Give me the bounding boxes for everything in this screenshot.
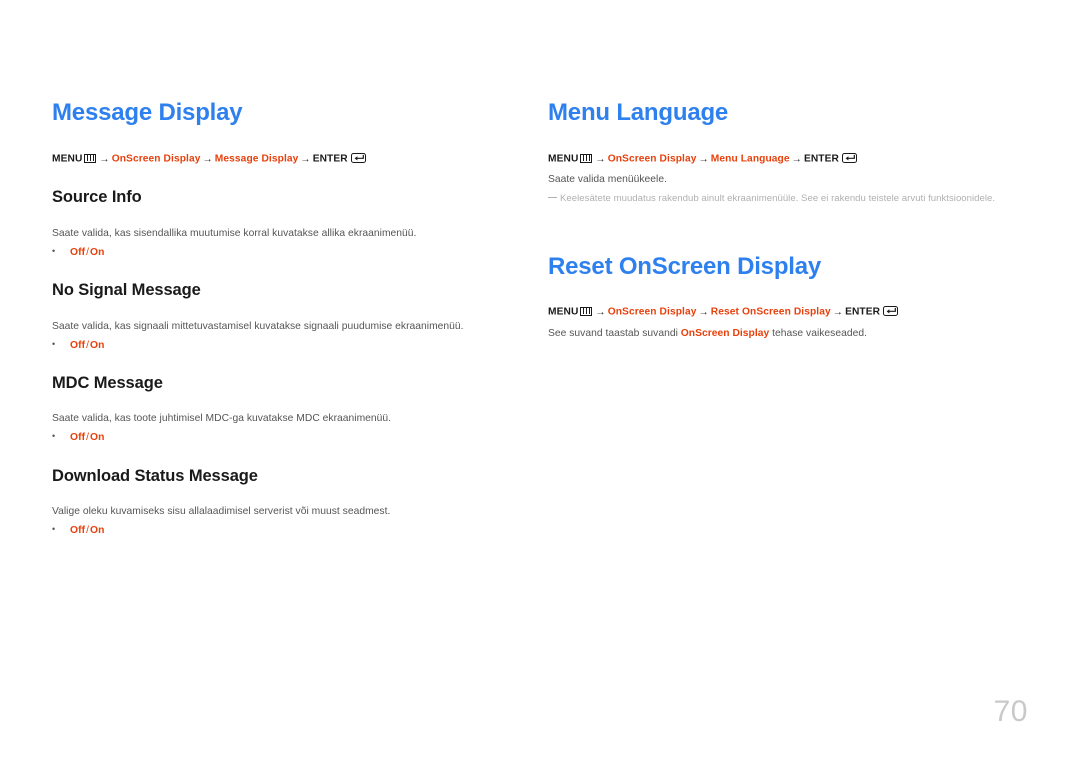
page-number: 70: [993, 695, 1028, 728]
arrow-icon: →: [99, 153, 110, 165]
subsection-description-source-info: Saate valida, kas sisendallika muutumise…: [52, 228, 417, 239]
arrow-icon: →: [698, 306, 709, 318]
breadcrumb-reset-onscreen-display: MENU → OnScreen Display → Reset OnScreen Dis…: [548, 306, 899, 319]
subsection-description-download-status-message: Valige oleku kuvamiseks sisu allalaadimi…: [52, 506, 391, 517]
breadcrumb-menu-label: MENU: [548, 153, 579, 165]
breadcrumb-message-display: MENU → OnScreen Display → Message Display → EN…: [52, 153, 366, 166]
breadcrumb-step-menu-language[interactable]: Menu Language: [711, 154, 790, 165]
breadcrumb-step-message-display[interactable]: Message Display: [215, 154, 299, 165]
section-note-menu-language: Keelesätete muudatus rakendub ainult ekr…: [548, 193, 995, 206]
menu-grid-icon: [580, 153, 593, 163]
breadcrumb-enter-label: ENTER: [845, 306, 881, 318]
option-off[interactable]: Off: [70, 525, 85, 536]
subsection-heading-mdc-message: MDC Message: [52, 374, 163, 392]
subsection-heading-download-status-message: Download Status Message: [52, 467, 258, 485]
bullet-icon: •: [52, 339, 56, 349]
note-dash-icon: [548, 196, 557, 198]
bullet-icon: •: [52, 431, 56, 441]
option-on[interactable]: On: [90, 432, 105, 443]
manual-page: Message Display MENU → OnScreen Display → Me…: [0, 0, 1080, 763]
breadcrumb-enter-label: ENTER: [312, 153, 348, 165]
enter-return-icon: [883, 306, 899, 316]
page-title-message-display: Message Display: [52, 99, 243, 126]
arrow-icon: →: [202, 153, 213, 165]
section-description-reset-onscreen-display: See suvand taastab suvandi OnScreen Disp…: [548, 327, 867, 341]
page-title-menu-language: Menu Language: [548, 99, 729, 126]
arrow-icon: →: [595, 153, 606, 165]
bullet-icon: •: [52, 524, 56, 534]
option-list-download-status-message: • Off/On: [52, 524, 105, 537]
option-on[interactable]: On: [90, 340, 105, 351]
arrow-icon: →: [791, 153, 802, 165]
enter-return-icon: [350, 153, 366, 163]
option-off[interactable]: Off: [70, 340, 85, 351]
arrow-icon: →: [832, 306, 844, 318]
option-on[interactable]: On: [90, 247, 105, 258]
subsection-description-mdc-message: Saate valida, kas toote juhtimisel MDC-g…: [52, 413, 392, 424]
option-list-no-signal-message: • Off/On: [52, 339, 105, 352]
subsection-description-no-signal-message: Saate valida, kas signaali mittetuvastam…: [52, 321, 464, 332]
subsection-heading-source-info: Source Info: [52, 188, 142, 206]
breadcrumb-step-onscreen-display[interactable]: OnScreen Display: [112, 154, 201, 165]
description-highlight-onscreen-display: OnScreen Display: [680, 328, 770, 339]
option-off[interactable]: Off: [70, 432, 85, 443]
arrow-icon: →: [300, 153, 311, 165]
subsection-heading-no-signal-message: No Signal Message: [52, 281, 201, 299]
option-list-mdc-message: • Off/On: [52, 431, 105, 444]
breadcrumb-step-reset-onscreen-display[interactable]: Reset OnScreen Display: [711, 307, 831, 318]
menu-grid-icon: [580, 306, 593, 316]
section-description-menu-language: Saate valida menüükeele.: [548, 174, 667, 185]
option-on[interactable]: On: [90, 525, 105, 536]
arrow-icon: →: [698, 153, 709, 165]
breadcrumb-step-onscreen-display[interactable]: OnScreen Display: [608, 154, 697, 165]
option-list-source-info: • Off/On: [52, 246, 105, 259]
page-title-reset-onscreen-display: Reset OnScreen Display: [548, 253, 822, 280]
enter-return-icon: [841, 153, 857, 163]
option-off[interactable]: Off: [70, 247, 85, 258]
breadcrumb-enter-label: ENTER: [803, 153, 839, 165]
breadcrumb-step-onscreen-display[interactable]: OnScreen Display: [608, 307, 697, 318]
note-text: Keelesätete muudatus rakendub ainult ekr…: [560, 193, 996, 204]
menu-grid-icon: [84, 153, 97, 163]
breadcrumb-menu-language: MENU → OnScreen Display → Menu Language → ENTE…: [548, 153, 857, 166]
breadcrumb-menu-label: MENU: [52, 153, 83, 165]
description-suffix: tehase vaikeseaded.: [769, 328, 867, 339]
breadcrumb-menu-label: MENU: [548, 306, 579, 318]
arrow-icon: →: [595, 306, 606, 318]
description-prefix: See suvand taastab suvandi: [548, 328, 681, 339]
bullet-icon: •: [52, 246, 56, 256]
